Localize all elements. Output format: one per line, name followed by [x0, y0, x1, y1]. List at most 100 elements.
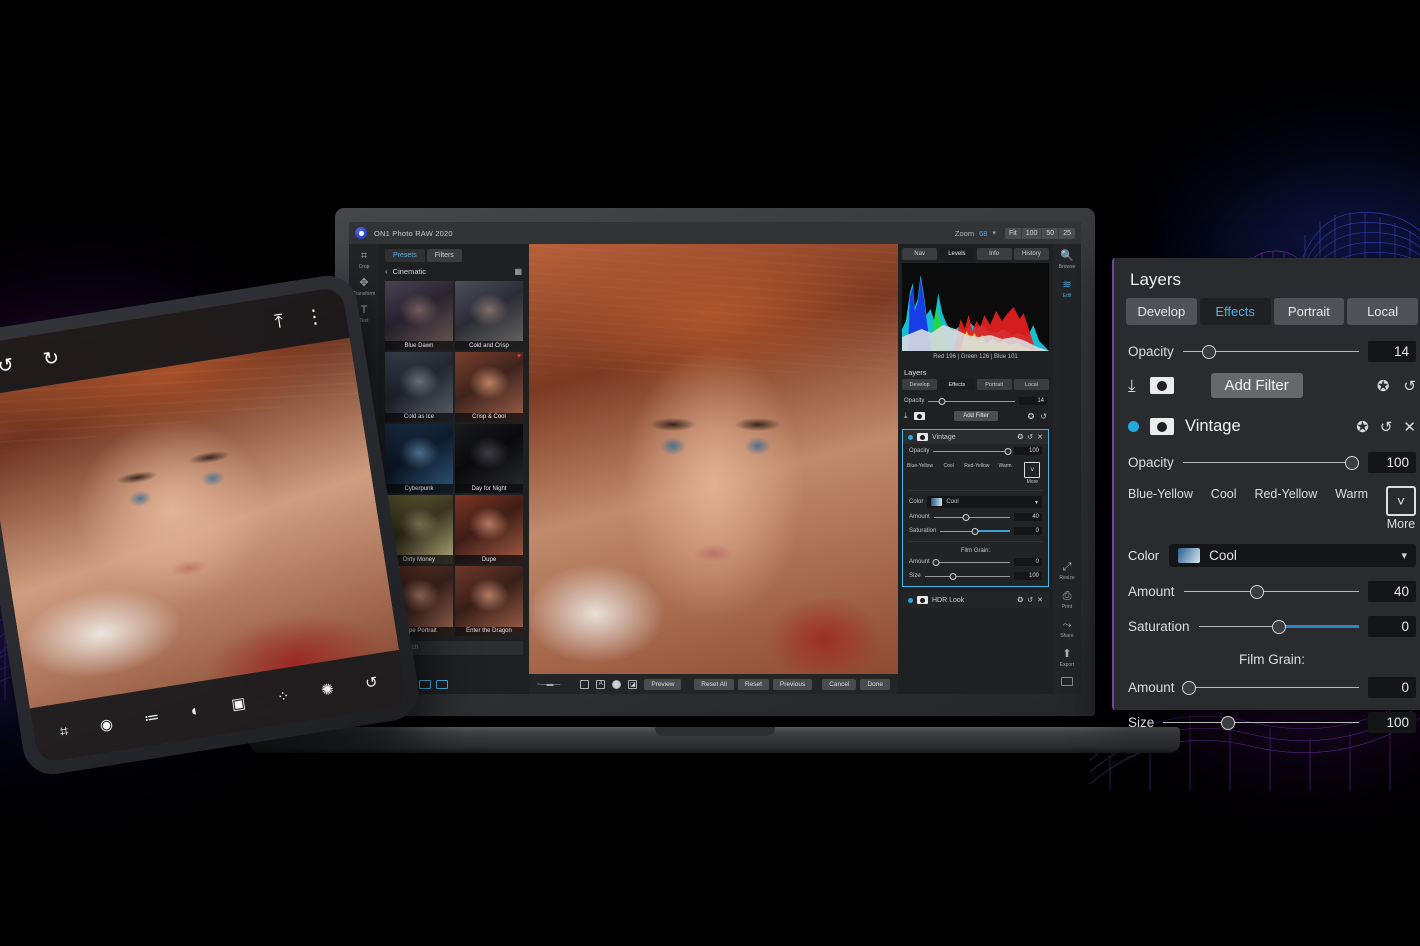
single-view-icon[interactable]: [419, 680, 431, 689]
panel-toggle-icon[interactable]: [1060, 677, 1073, 686]
soft-proof-icon[interactable]: [612, 679, 622, 689]
panel-tab-portrait[interactable]: Portrait: [1273, 298, 1345, 325]
panel-tab-develop[interactable]: Develop: [1126, 298, 1197, 325]
global-opacity-value[interactable]: 14: [1019, 397, 1047, 405]
saturation-value[interactable]: 0: [1014, 527, 1042, 535]
module-print[interactable]: ⎙ Print: [1059, 590, 1074, 610]
enabled-dot-icon[interactable]: [908, 434, 913, 440]
compare-icon[interactable]: [580, 679, 590, 689]
enabled-dot-icon[interactable]: [908, 597, 913, 603]
save-preset-icon[interactable]: ⤓: [904, 411, 908, 421]
mode-tab-effects[interactable]: Effects: [939, 379, 975, 390]
zoom-slider[interactable]: ◦—▬—: [537, 681, 560, 688]
preset-thumb[interactable]: Blue Dawn: [385, 281, 453, 351]
reset-icon[interactable]: ↺: [1027, 596, 1033, 604]
amount-value[interactable]: 40: [1014, 513, 1042, 521]
export-icon[interactable]: ⤒: [273, 311, 285, 334]
panel-amount-slider[interactable]: [1183, 583, 1359, 601]
panel-opacity-slider[interactable]: [1182, 343, 1359, 361]
contrast-icon[interactable]: ◐: [190, 701, 202, 719]
panel-opacity-value[interactable]: 14: [1368, 341, 1416, 362]
filter-card-hdr-look[interactable]: HDR Look ✪ ↺ ✕: [902, 592, 1049, 608]
reset-icon[interactable]: ↺: [1040, 412, 1047, 421]
previous-button[interactable]: Previous: [772, 678, 813, 690]
zoom-preset-100[interactable]: 100: [1021, 227, 1043, 239]
panel-filter-opacity-value[interactable]: 100: [1368, 452, 1416, 473]
grid-view-icon[interactable]: [436, 680, 448, 689]
grain-amount-value[interactable]: 0: [1014, 558, 1042, 566]
crop-icon[interactable]: ⌗: [58, 722, 69, 740]
tool-crop[interactable]: ⌗ Crop: [349, 250, 379, 270]
grain-amount-slider[interactable]: [932, 557, 1010, 567]
mask-icon[interactable]: [917, 433, 928, 441]
presets-icon[interactable]: ◉: [98, 715, 115, 735]
mode-tab-local[interactable]: Local: [1013, 379, 1049, 390]
panel-preset-red-yellow[interactable]: Red-Yellow: [1254, 486, 1317, 531]
preset-chip-cool[interactable]: Cool: [937, 462, 960, 485]
gear-icon[interactable]: ✪: [1017, 596, 1023, 604]
reset-icon[interactable]: ↺: [364, 673, 379, 693]
image-canvas[interactable]: ◦—▬— A ◪ Preview Reset All Reset Previou…: [529, 244, 898, 694]
mask-view-icon[interactable]: ◪: [628, 679, 638, 689]
filter-opacity-slider[interactable]: [933, 446, 1012, 456]
chevron-down-icon[interactable]: ▾: [992, 229, 996, 237]
mode-tab-portrait[interactable]: Portrait: [976, 379, 1012, 390]
module-browse[interactable]: 🔍 Browse: [1053, 250, 1081, 270]
tone-sliders-icon[interactable]: ≔: [143, 707, 160, 727]
preset-chip-warm[interactable]: Warm: [993, 462, 1016, 485]
layers-icon[interactable]: ▣: [230, 694, 247, 714]
mask-icon[interactable]: [1149, 377, 1174, 394]
text-overlay-icon[interactable]: A: [596, 679, 606, 689]
preset-thumb[interactable]: Dupe: [455, 495, 523, 565]
reset-icon[interactable]: ↺: [1380, 418, 1393, 436]
panel-tab-local[interactable]: Local: [1347, 298, 1418, 325]
panel-preset-cool[interactable]: Cool: [1211, 486, 1237, 531]
retouch-icon[interactable]: ⁘: [276, 687, 291, 707]
gear-icon[interactable]: ✪: [1377, 377, 1390, 395]
close-icon[interactable]: ✕: [1037, 596, 1043, 604]
enabled-dot-icon[interactable]: [1128, 421, 1139, 432]
effects-icon[interactable]: ✺: [320, 680, 335, 700]
module-share[interactable]: ⤳ Share: [1059, 619, 1074, 639]
mask-icon[interactable]: [917, 596, 928, 604]
mode-tab-develop[interactable]: Develop: [902, 379, 938, 390]
saturation-slider[interactable]: [940, 526, 1010, 536]
panel-preset-warm[interactable]: Warm: [1335, 486, 1368, 531]
grid-view-icon[interactable]: ▦: [514, 267, 522, 276]
tab-levels[interactable]: Levels: [939, 248, 975, 260]
zoom-preset-fit[interactable]: Fit: [1004, 227, 1022, 239]
tab-nav[interactable]: Nav: [902, 248, 938, 260]
module-resize[interactable]: ⤢ Resize: [1059, 561, 1074, 581]
add-filter-button[interactable]: Add Filter: [954, 411, 998, 421]
preset-thumb[interactable]: Cold and Crisp: [455, 281, 523, 351]
panel-tab-effects[interactable]: Effects: [1199, 298, 1271, 325]
filter-opacity-value[interactable]: 100: [1014, 447, 1042, 455]
panel-filter-opacity-slider[interactable]: [1182, 454, 1359, 472]
reset-button[interactable]: Reset: [737, 678, 769, 690]
more-vertical-icon[interactable]: ⋮: [303, 304, 325, 330]
panel-preset-more[interactable]: ˅ More: [1385, 486, 1416, 531]
module-export[interactable]: ⬆ Export: [1059, 648, 1074, 668]
panel-preset-blue-yellow[interactable]: Blue-Yellow: [1128, 486, 1193, 531]
module-edit[interactable]: ≋ Edit: [1053, 279, 1081, 299]
preview-button[interactable]: Preview: [644, 678, 682, 690]
global-opacity-slider[interactable]: [928, 396, 1015, 406]
redo-icon[interactable]: ↻: [41, 346, 61, 371]
preset-thumb[interactable]: Day for Night: [455, 423, 523, 494]
zoom-preset-25[interactable]: 25: [1059, 227, 1075, 239]
panel-grain-size-value[interactable]: 100: [1368, 712, 1416, 733]
cancel-button[interactable]: Cancel: [822, 678, 857, 690]
tab-history[interactable]: History: [1013, 248, 1049, 260]
gear-icon[interactable]: ✪: [1356, 418, 1369, 436]
mask-icon[interactable]: [1150, 418, 1174, 435]
undo-icon[interactable]: ↺: [0, 353, 15, 378]
reset-all-button[interactable]: Reset All: [694, 678, 734, 690]
reset-icon[interactable]: ↺: [1403, 377, 1416, 395]
amount-slider[interactable]: [933, 512, 1010, 522]
panel-grain-size-slider[interactable]: [1163, 714, 1359, 732]
grain-size-value[interactable]: 100: [1014, 572, 1042, 580]
chevron-left-icon[interactable]: ‹: [385, 267, 388, 276]
mask-icon[interactable]: [913, 412, 925, 420]
gear-icon[interactable]: ✪: [1017, 433, 1023, 441]
panel-grain-amount-value[interactable]: 0: [1368, 677, 1416, 698]
